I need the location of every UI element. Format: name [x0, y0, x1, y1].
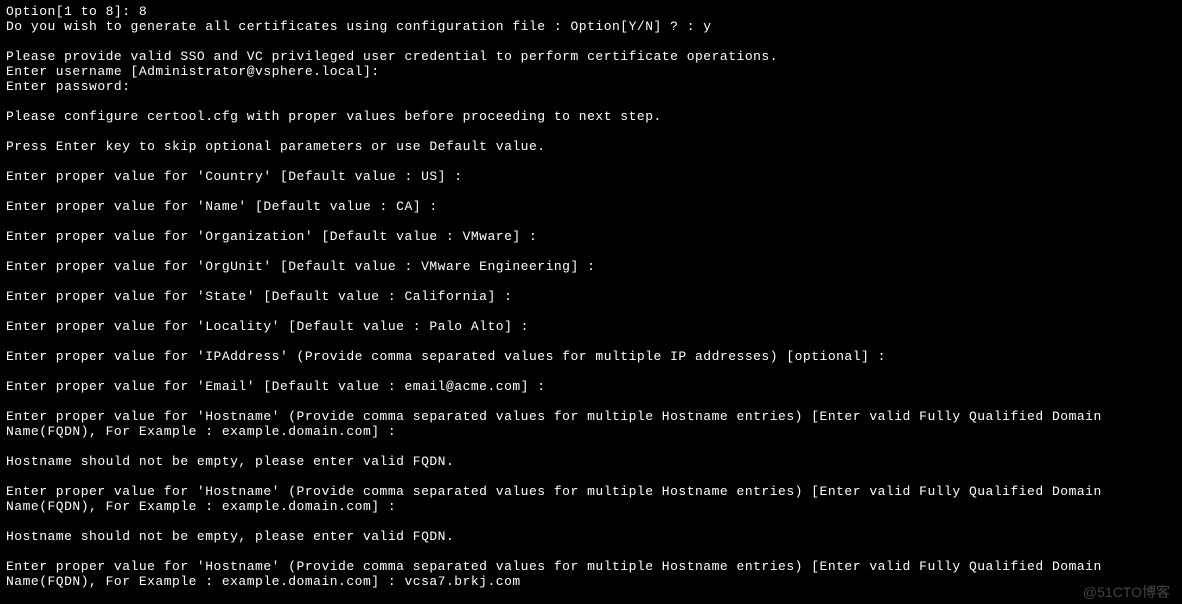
terminal-line: Do you wish to generate all certificates…	[6, 19, 1176, 34]
terminal-output[interactable]: Option[1 to 8]: 8Do you wish to generate…	[6, 4, 1176, 589]
terminal-line	[6, 184, 1176, 199]
terminal-line: Enter proper value for 'Email' [Default …	[6, 379, 1176, 394]
terminal-line	[6, 514, 1176, 529]
terminal-line	[6, 274, 1176, 289]
terminal-line: Enter username [Administrator@vsphere.lo…	[6, 64, 1176, 79]
terminal-line: Enter password:	[6, 79, 1176, 94]
terminal-line: Enter proper value for 'Hostname' (Provi…	[6, 409, 1176, 439]
terminal-line	[6, 394, 1176, 409]
terminal-line: Option[1 to 8]: 8	[6, 4, 1176, 19]
terminal-line	[6, 244, 1176, 259]
terminal-line	[6, 214, 1176, 229]
terminal-line: Enter proper value for 'Hostname' (Provi…	[6, 484, 1176, 514]
terminal-line	[6, 304, 1176, 319]
terminal-line: Press Enter key to skip optional paramet…	[6, 139, 1176, 154]
terminal-line: Enter proper value for 'Country' [Defaul…	[6, 169, 1176, 184]
terminal-line: Enter proper value for 'Hostname' (Provi…	[6, 559, 1176, 589]
terminal-line: Hostname should not be empty, please ent…	[6, 454, 1176, 469]
terminal-line	[6, 439, 1176, 454]
terminal-line	[6, 124, 1176, 139]
terminal-line: Enter proper value for 'OrgUnit' [Defaul…	[6, 259, 1176, 274]
terminal-line	[6, 154, 1176, 169]
terminal-line	[6, 94, 1176, 109]
terminal-line: Please configure certool.cfg with proper…	[6, 109, 1176, 124]
terminal-line	[6, 334, 1176, 349]
terminal-line	[6, 34, 1176, 49]
terminal-line: Enter proper value for 'State' [Default …	[6, 289, 1176, 304]
terminal-line: Please provide valid SSO and VC privileg…	[6, 49, 1176, 64]
terminal-line	[6, 469, 1176, 484]
terminal-line	[6, 544, 1176, 559]
terminal-line: Hostname should not be empty, please ent…	[6, 529, 1176, 544]
terminal-line: Enter proper value for 'Name' [Default v…	[6, 199, 1176, 214]
terminal-line: Enter proper value for 'Organization' [D…	[6, 229, 1176, 244]
terminal-line: Enter proper value for 'IPAddress' (Prov…	[6, 349, 1176, 364]
terminal-line	[6, 364, 1176, 379]
watermark-text: @51CTO博客	[1083, 585, 1170, 600]
terminal-line: Enter proper value for 'Locality' [Defau…	[6, 319, 1176, 334]
